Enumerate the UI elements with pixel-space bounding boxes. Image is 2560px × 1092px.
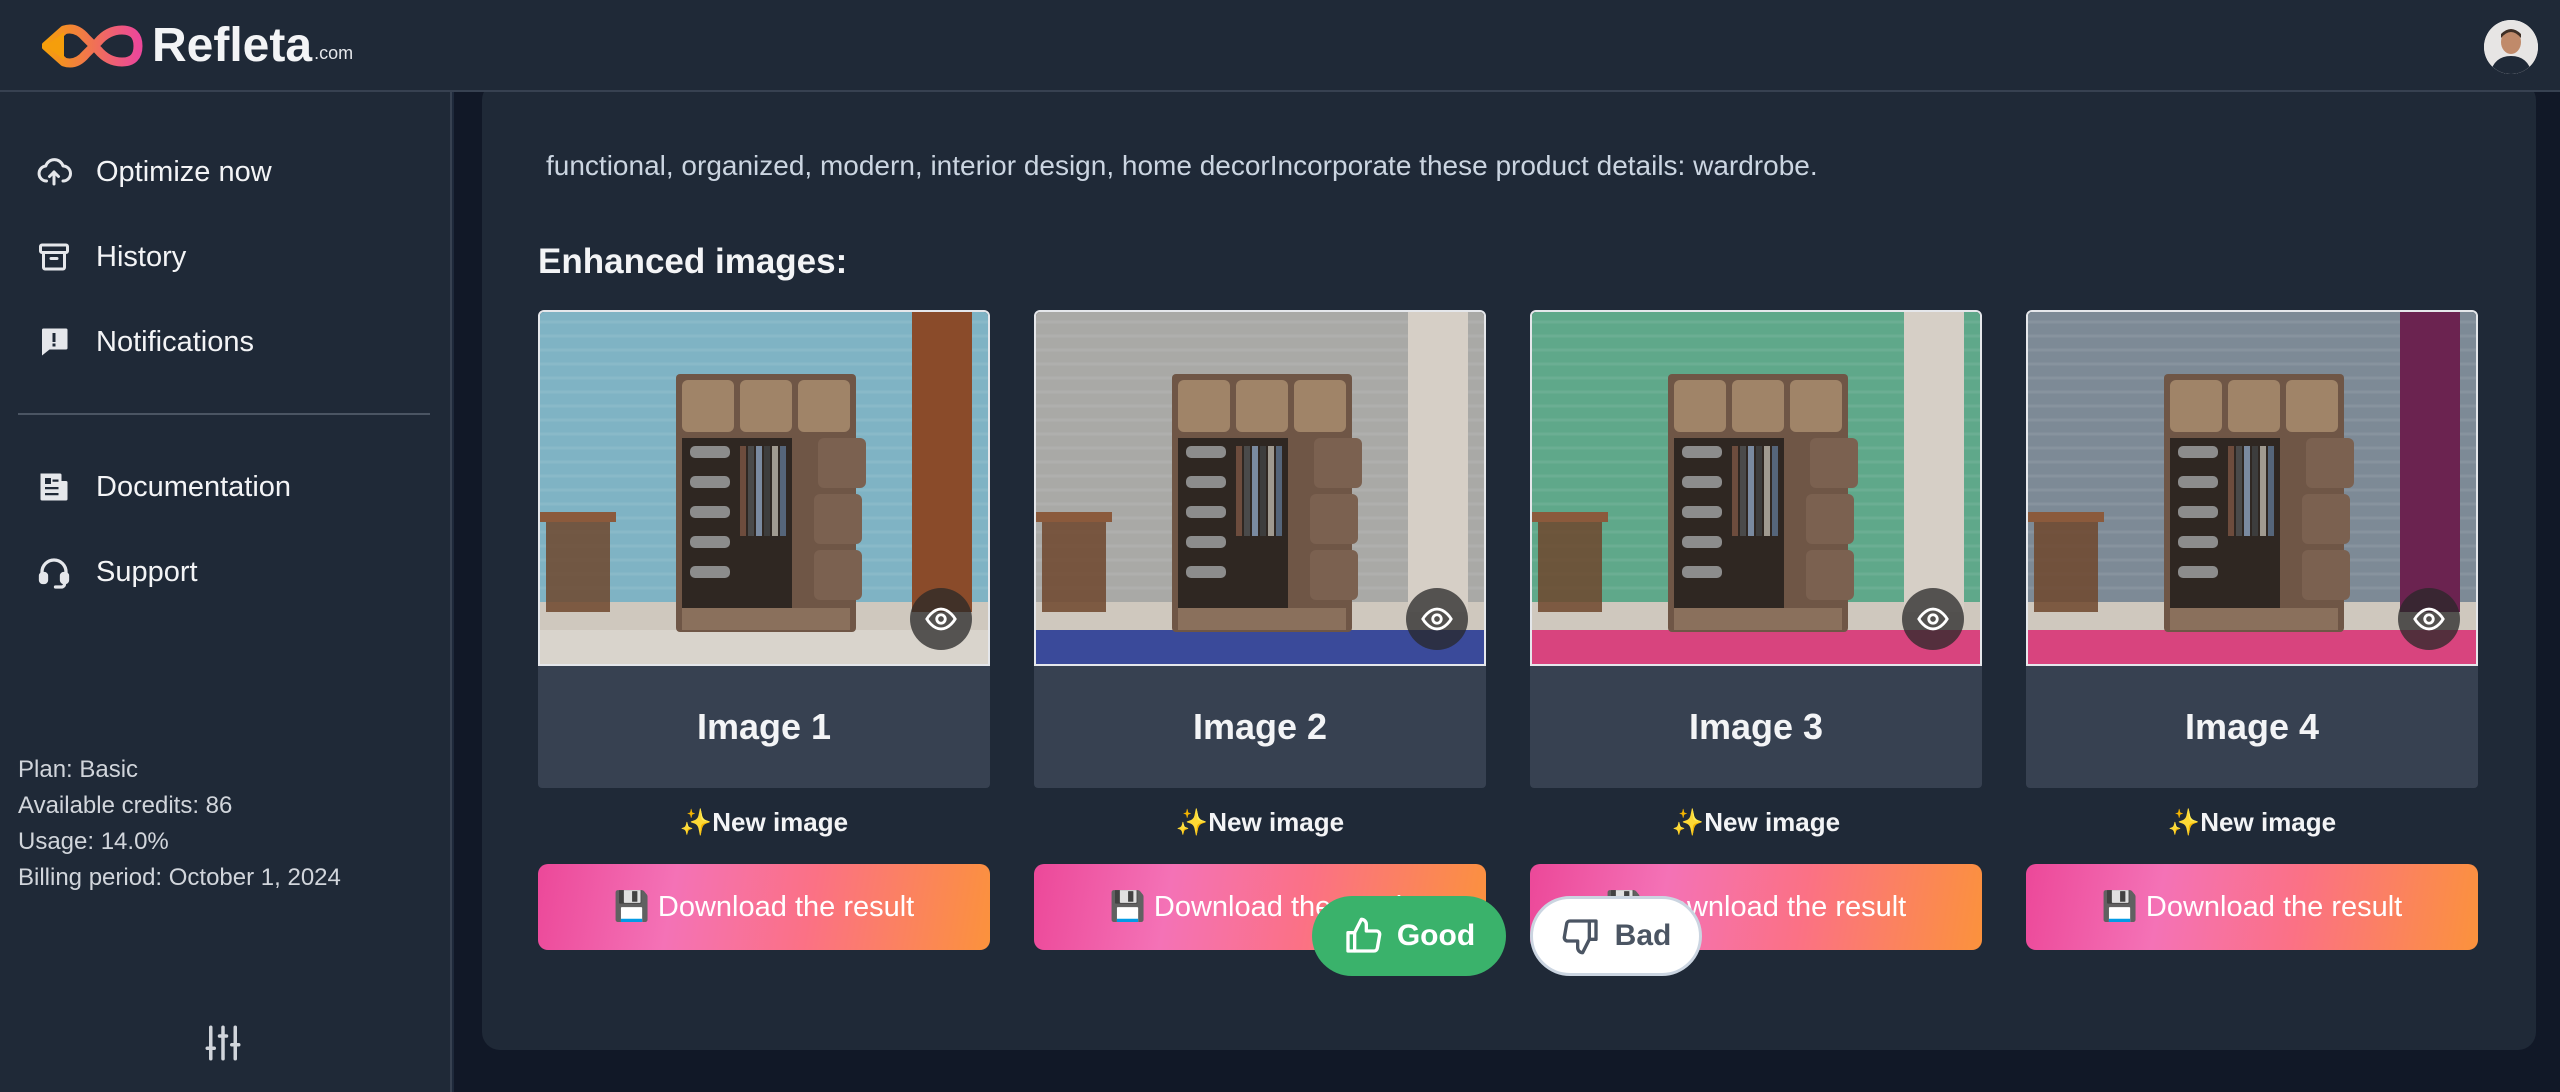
image-thumbnail[interactable] [2026, 310, 2478, 666]
logo[interactable]: Refleta .com [42, 18, 353, 74]
new-image-label: ✨New image [2167, 807, 2337, 837]
logo-suffix: .com [314, 43, 354, 63]
prompt-text: functional, organized, modern, interior … [546, 150, 1818, 181]
plan-info: Plan: Basic Available credits: 86 Usage:… [18, 752, 341, 896]
settings-sliders-icon[interactable] [202, 1022, 244, 1064]
thumbs-up-icon [1346, 917, 1382, 953]
usage-label: Usage: 14.0% [18, 828, 169, 855]
sidebar-item-optimize-now[interactable]: Optimize now [34, 150, 272, 194]
image-caption: Image 1 [538, 666, 990, 788]
preview-eye-icon[interactable] [910, 588, 972, 650]
sidebar-item-support[interactable]: Support [34, 550, 198, 594]
sidebar-item-documentation[interactable]: Documentation [34, 465, 291, 509]
image-card: Image 2 ✨New image 💾 Download the result [1034, 310, 1486, 950]
download-button[interactable]: 💾 Download the result [2026, 864, 2478, 950]
preview-eye-icon[interactable] [2398, 588, 2460, 650]
image-thumbnail[interactable] [538, 310, 990, 666]
sidebar-item-label: Optimize now [96, 155, 272, 188]
image-caption: Image 4 [2026, 666, 2478, 788]
image-card: Image 3 ✨New image 💾 Download the result [1530, 310, 1982, 950]
bad-button[interactable]: Bad [1530, 896, 1702, 976]
section-heading: Enhanced images: [538, 242, 848, 281]
image-thumbnail[interactable] [1530, 310, 1982, 666]
sidebar-item-notifications[interactable]: Notifications [34, 320, 254, 364]
main-content: functional, organized, modern, interior … [454, 82, 2560, 1092]
credits-label: Available credits: 86 [18, 792, 233, 819]
new-image-label: ✨New image [1175, 807, 1345, 837]
thumbs-down-icon [1562, 919, 1598, 955]
image-caption: Image 2 [1034, 666, 1486, 788]
sidebar: Optimize now History Notifications Docum… [0, 92, 452, 1092]
archive-icon [34, 237, 74, 277]
logo-mark-icon [42, 24, 143, 68]
cloud-upload-icon [34, 152, 74, 192]
image-card: Image 1 ✨New image 💾 Download the result [538, 310, 990, 950]
download-button[interactable]: 💾 Download the result [538, 864, 990, 950]
preview-eye-icon[interactable] [1406, 588, 1468, 650]
good-label: Good [1396, 919, 1476, 952]
results-panel: functional, organized, modern, interior … [482, 82, 2536, 1050]
message-alert-icon [34, 322, 74, 362]
top-bar: Refleta .com [0, 0, 2560, 92]
image-card: Image 4 ✨New image 💾 Download the result [2026, 310, 2478, 950]
sidebar-item-label: Documentation [96, 470, 292, 503]
avatar[interactable] [2484, 20, 2538, 74]
sidebar-item-label: Notifications [96, 325, 254, 358]
plan-label: Plan: Basic [18, 756, 139, 783]
good-button[interactable]: Good [1312, 896, 1506, 976]
new-image-label: ✨New image [679, 807, 849, 837]
preview-eye-icon[interactable] [1902, 588, 1964, 650]
image-caption: Image 3 [1530, 666, 1982, 788]
headset-icon [34, 552, 74, 592]
new-image-label: ✨New image [1671, 807, 1841, 837]
sidebar-item-label: Support [96, 555, 198, 588]
logo-text: Refleta [152, 19, 313, 72]
sidebar-divider [18, 413, 430, 415]
billing-period-label: Billing period: October 1, 2024 [18, 864, 341, 891]
image-thumbnail[interactable] [1034, 310, 1486, 666]
sidebar-item-history[interactable]: History [34, 235, 186, 279]
document-icon [34, 467, 74, 507]
sidebar-item-label: History [96, 240, 187, 273]
bad-label: Bad [1614, 919, 1672, 952]
